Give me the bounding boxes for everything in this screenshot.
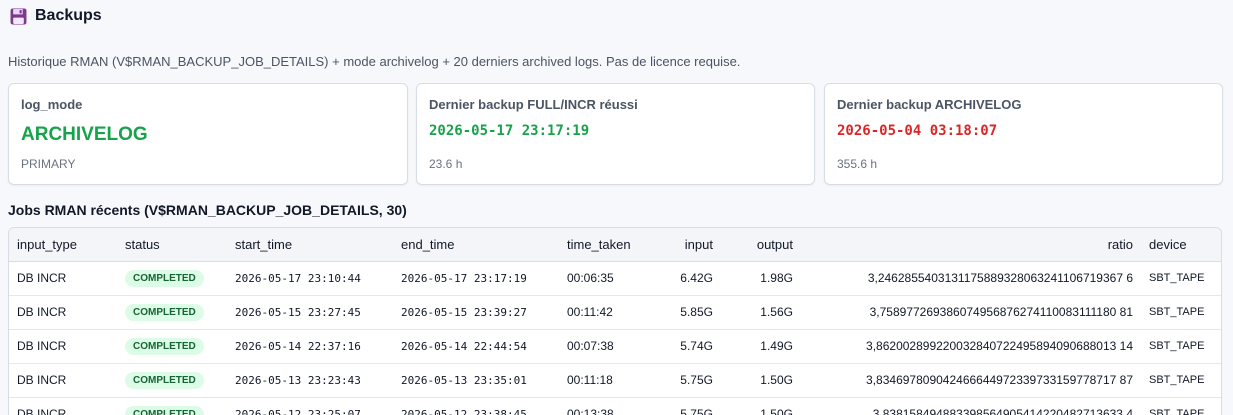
cell-device: SBT_TAPE — [1141, 363, 1221, 398]
cell-end-time: 2026-05-15 23:39:27 — [393, 295, 559, 330]
cell-input-type: DB INCR — [9, 295, 117, 330]
cell-input-type: DB INCR — [9, 329, 117, 364]
table-row[interactable]: DB INCR COMPLETED 2026-05-17 23:10:44 2026-… — [9, 261, 1221, 296]
column-header-end-time[interactable]: end_time — [393, 228, 559, 262]
column-header-status[interactable]: status — [117, 228, 227, 262]
cell-output: 1.56G — [721, 295, 801, 330]
cell-start-time: 2026-05-12 23:25:07 — [227, 397, 393, 415]
card-value: 2026-05-04 03:18:07 — [837, 123, 998, 139]
cell-output: 1.50G — [721, 363, 801, 398]
card-sub: PRIMARY — [21, 157, 76, 171]
cell-end-time: 2026-05-13 23:35:01 — [393, 363, 559, 398]
summary-cards: log_mode ARCHIVELOG PRIMARY Dernier back… — [8, 83, 1223, 185]
floppy-disk-icon — [10, 8, 27, 24]
column-header-device[interactable]: device — [1141, 228, 1221, 262]
column-header-time-taken[interactable]: time_taken — [559, 228, 659, 262]
status-badge: COMPLETED — [125, 303, 204, 321]
column-header-input[interactable]: input — [659, 228, 721, 262]
status-badge: COMPLETED — [125, 405, 204, 415]
cell-ratio: 3,758977269386074956876274110083111180 8… — [801, 295, 1141, 330]
cell-status: COMPLETED — [117, 261, 227, 296]
status-badge: COMPLETED — [125, 269, 204, 287]
page-title: Backups — [35, 7, 102, 24]
cell-status: COMPLETED — [117, 329, 227, 364]
column-header-ratio[interactable]: ratio — [801, 228, 1141, 262]
card-value: 2026-05-17 23:17:19 — [429, 123, 590, 139]
cell-time-taken: 00:11:42 — [559, 295, 659, 330]
card-label: Dernier backup ARCHIVELOG — [837, 97, 1022, 112]
card-label: log_mode — [21, 97, 83, 112]
cell-time-taken: 00:07:38 — [559, 329, 659, 364]
jobs-table: input_type status start_time end_time ti… — [9, 228, 1221, 415]
jobs-table-body: DB INCR COMPLETED 2026-05-17 23:10:44 2026-… — [9, 261, 1221, 415]
cell-end-time: 2026-05-17 23:17:19 — [393, 261, 559, 296]
card-label: Dernier backup FULL/INCR réussi — [429, 97, 638, 112]
table-row[interactable]: DB INCR COMPLETED 2026-05-14 22:37:16 2026-… — [9, 329, 1221, 364]
jobs-table-container[interactable]: input_type status start_time end_time ti… — [8, 227, 1222, 415]
cell-input: 5.75G — [659, 397, 721, 415]
cell-ratio: 3,838158494883398564905414220482713633 4 — [801, 397, 1141, 415]
cell-input-type: DB INCR — [9, 363, 117, 398]
cell-device: SBT_TAPE — [1141, 295, 1221, 330]
card-last-full-backup: Dernier backup FULL/INCR réussi 2026-05-… — [416, 83, 815, 185]
cell-end-time: 2026-05-12 23:38:45 — [393, 397, 559, 415]
card-sub: 23.6 h — [429, 157, 463, 171]
cell-end-time: 2026-05-14 22:44:54 — [393, 329, 559, 364]
cell-device: SBT_TAPE — [1141, 261, 1221, 296]
cell-input: 5.75G — [659, 363, 721, 398]
card-log-mode: log_mode ARCHIVELOG PRIMARY — [8, 83, 408, 185]
cell-output: 1.49G — [721, 329, 801, 364]
column-header-input-type[interactable]: input_type — [9, 228, 117, 262]
cell-input-type: DB INCR — [9, 397, 117, 415]
cell-output: 1.98G — [721, 261, 801, 296]
cell-ratio: 3,834697809042466644972339733159778717 8… — [801, 363, 1141, 398]
cell-time-taken: 00:13:38 — [559, 397, 659, 415]
cell-status: COMPLETED — [117, 397, 227, 415]
cell-time-taken: 00:06:35 — [559, 261, 659, 296]
cell-start-time: 2026-05-14 22:37:16 — [227, 329, 393, 364]
cell-ratio: 3,2462855403131175889328063241106719367 … — [801, 261, 1141, 296]
jobs-section-title: Jobs RMAN récents (V$RMAN_BACKUP_JOB_DET… — [8, 202, 407, 218]
cell-input: 5.74G — [659, 329, 721, 364]
page-description: Historique RMAN (V$RMAN_BACKUP_JOB_DETAI… — [8, 54, 741, 69]
cell-time-taken: 00:11:18 — [559, 363, 659, 398]
table-row[interactable]: DB INCR COMPLETED 2026-05-13 23:23:43 2026-… — [9, 363, 1221, 398]
cell-ratio: 3,862002899220032840722495894090688013 1… — [801, 329, 1141, 364]
cell-input-type: DB INCR — [9, 261, 117, 296]
table-row[interactable]: DB INCR COMPLETED 2026-05-15 23:27:45 2026-… — [9, 295, 1221, 330]
cell-start-time: 2026-05-17 23:10:44 — [227, 261, 393, 296]
card-value: ARCHIVELOG — [21, 124, 148, 145]
status-badge: COMPLETED — [125, 337, 204, 355]
table-row[interactable]: DB INCR COMPLETED 2026-05-12 23:25:07 2026-… — [9, 397, 1221, 415]
status-badge: COMPLETED — [125, 371, 204, 389]
cell-status: COMPLETED — [117, 363, 227, 398]
column-header-start-time[interactable]: start_time — [227, 228, 393, 262]
cell-start-time: 2026-05-15 23:27:45 — [227, 295, 393, 330]
cell-device: SBT_TAPE — [1141, 329, 1221, 364]
cell-output: 1.50G — [721, 397, 801, 415]
page-header: Backups — [10, 7, 102, 25]
cell-start-time: 2026-05-13 23:23:43 — [227, 363, 393, 398]
card-last-archivelog-backup: Dernier backup ARCHIVELOG 2026-05-04 03:… — [824, 83, 1223, 185]
cell-input: 5.85G — [659, 295, 721, 330]
table-header-row: input_type status start_time end_time ti… — [9, 228, 1221, 262]
card-sub: 355.6 h — [837, 157, 878, 171]
cell-status: COMPLETED — [117, 295, 227, 330]
cell-device: SBT_TAPE — [1141, 397, 1221, 415]
column-header-output[interactable]: output — [721, 228, 801, 262]
cell-input: 6.42G — [659, 261, 721, 296]
